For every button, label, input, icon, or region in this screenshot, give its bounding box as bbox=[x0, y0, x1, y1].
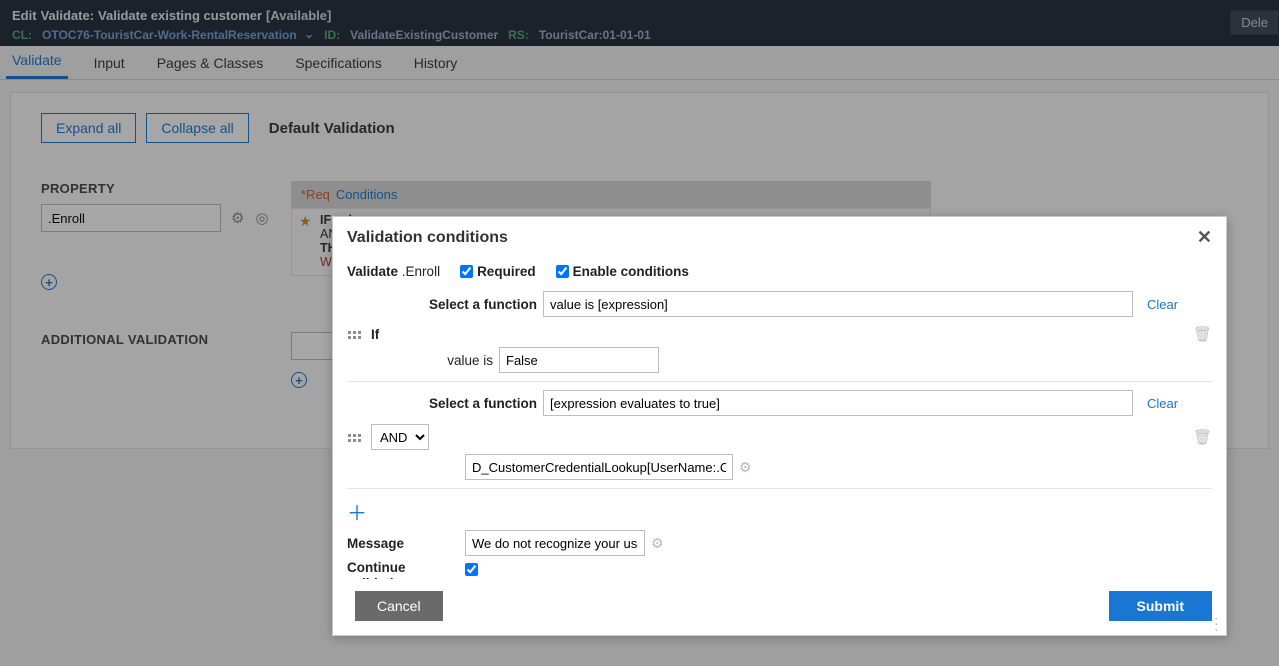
required-label: Required bbox=[477, 264, 536, 279]
value-is-input[interactable] bbox=[499, 347, 659, 373]
divider bbox=[347, 381, 1212, 382]
trash-icon[interactable]: 🗑 bbox=[1193, 325, 1212, 343]
function-1-input[interactable] bbox=[543, 291, 1133, 317]
clear-link-1[interactable]: Clear bbox=[1147, 297, 1178, 312]
continue-validation-label: Continue validation bbox=[347, 560, 459, 579]
validate-property: .Enroll bbox=[402, 264, 440, 279]
message-label: Message bbox=[347, 536, 459, 551]
if-label: If bbox=[371, 327, 379, 342]
enable-conditions-label: Enable conditions bbox=[573, 264, 689, 279]
select-function-label-1: Select a function bbox=[347, 297, 537, 312]
logic-operator-select[interactable]: AND bbox=[371, 424, 429, 450]
clear-link-2[interactable]: Clear bbox=[1147, 396, 1178, 411]
required-checkbox[interactable] bbox=[460, 265, 473, 278]
enable-conditions-checkbox[interactable] bbox=[556, 265, 569, 278]
modal-title: Validation conditions bbox=[347, 229, 508, 247]
required-checkbox-wrap[interactable]: Required bbox=[460, 262, 536, 281]
function-2-input[interactable] bbox=[543, 390, 1133, 416]
close-icon[interactable]: ✕ bbox=[1197, 227, 1212, 248]
submit-button[interactable]: Submit bbox=[1109, 591, 1212, 621]
validation-conditions-modal: Validation conditions ✕ Validate .Enroll… bbox=[332, 216, 1227, 636]
value-is-label: value is bbox=[347, 353, 493, 368]
drag-handle-icon[interactable] bbox=[348, 434, 361, 442]
add-condition-button[interactable]: ＋ bbox=[347, 497, 367, 526]
message-input[interactable] bbox=[465, 530, 645, 556]
enable-conditions-checkbox-wrap[interactable]: Enable conditions bbox=[556, 262, 689, 281]
validate-label: Validate bbox=[347, 264, 398, 279]
gear-icon[interactable]: ⚙ bbox=[651, 535, 664, 552]
trash-icon[interactable]: 🗑 bbox=[1193, 428, 1212, 446]
cancel-button[interactable]: Cancel bbox=[355, 591, 443, 621]
continue-validation-checkbox[interactable] bbox=[465, 563, 478, 576]
drag-handle-icon[interactable] bbox=[348, 331, 361, 339]
divider bbox=[347, 488, 1212, 489]
gear-icon[interactable]: ⚙ bbox=[739, 459, 752, 476]
expression-input[interactable] bbox=[465, 454, 733, 480]
select-function-label-2: Select a function bbox=[347, 396, 537, 411]
